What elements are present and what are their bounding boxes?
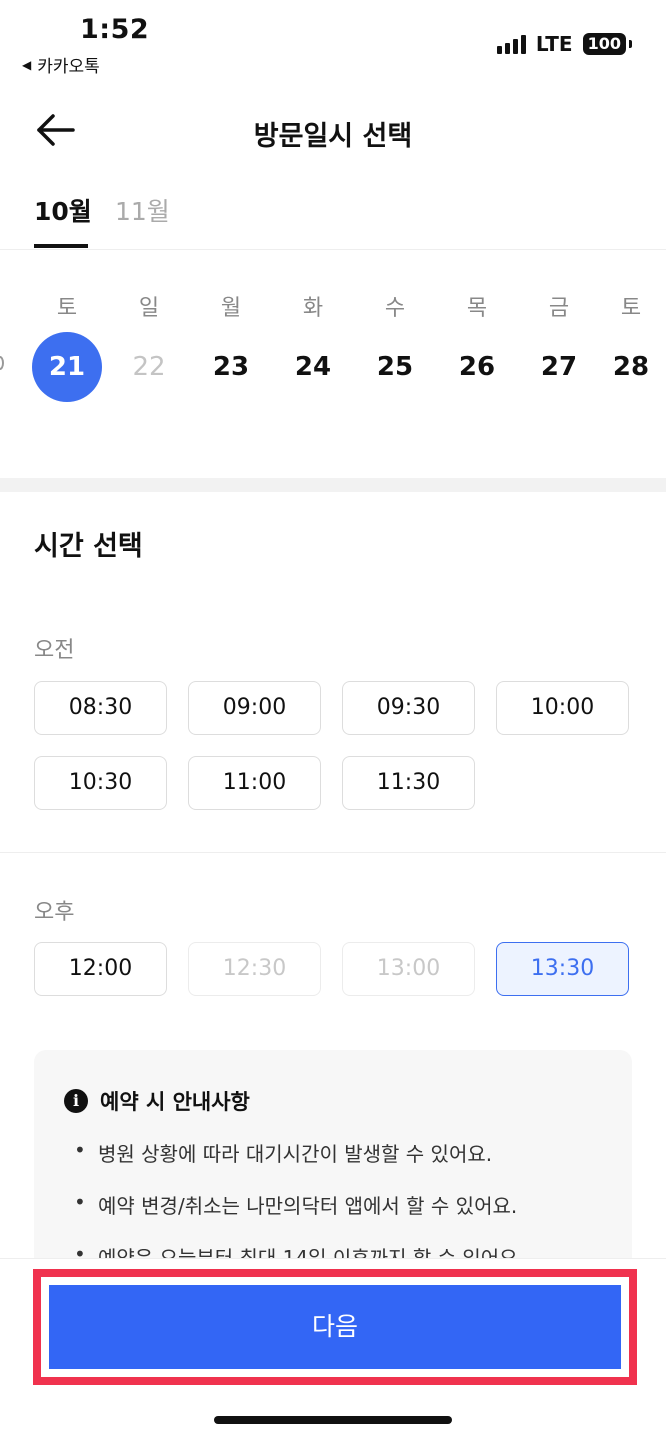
partial-date-edge — [0, 356, 4, 370]
tab-november[interactable]: 11월 — [115, 192, 170, 228]
date-item[interactable]: 25 — [360, 332, 430, 402]
date-strip: 토 21 일 22 월 23 화 24 수 25 목 26 금 27 토 28 — [0, 280, 666, 480]
signal-icon — [496, 34, 526, 54]
weekday-label: 토 — [56, 296, 78, 321]
weekday-label: 금 — [548, 296, 570, 321]
date-item[interactable]: 24 — [278, 332, 348, 402]
time-slot[interactable]: 09:30 — [342, 681, 475, 735]
time-section-title: 시간 선택 — [34, 531, 143, 562]
bottom-action-bar: 다음 — [0, 1258, 666, 1440]
date-item[interactable]: 27 — [524, 332, 594, 402]
pm-label: 오후 — [34, 900, 75, 925]
section-separator — [0, 478, 666, 492]
time-slot[interactable]: 11:30 — [342, 756, 475, 810]
status-time: 1:52 — [80, 14, 150, 45]
date-selected[interactable]: 21 — [32, 332, 102, 402]
time-slot[interactable]: 10:30 — [34, 756, 167, 810]
notice-header: i 예약 시 안내사항 — [64, 1086, 250, 1116]
notice-item: 예약 변경/취소는 나만의닥터 앱에서 할 수 있어요. — [74, 1190, 517, 1219]
page-title: 방문일시 선택 — [253, 121, 413, 152]
notice-item: 병원 상황에 따라 대기시간이 발생할 수 있어요. — [74, 1138, 492, 1167]
time-slot-disabled: 13:00 — [342, 942, 475, 996]
time-slot-selected[interactable]: 13:30 — [496, 942, 629, 996]
date-item[interactable]: 26 — [442, 332, 512, 402]
notice-title: 예약 시 안내사항 — [100, 1090, 250, 1114]
time-slot[interactable]: 08:30 — [34, 681, 167, 735]
notice-box: i 예약 시 안내사항 병원 상황에 따라 대기시간이 발생할 수 있어요. 예… — [34, 1050, 632, 1280]
weekday-label: 목 — [466, 296, 488, 321]
status-bar: 1:52 ◀ 카카오톡 LTE 100 — [0, 0, 666, 80]
date-item[interactable]: 28 — [596, 332, 666, 402]
back-app-label: 카카오톡 — [37, 57, 100, 77]
month-tabs: 10월 11월 — [0, 180, 666, 250]
weekday-label: 일 — [138, 296, 160, 321]
weekday-label: 토 — [620, 296, 642, 321]
next-button[interactable]: 다음 — [49, 1285, 621, 1369]
time-slot[interactable]: 11:00 — [188, 756, 321, 810]
time-slot[interactable]: 10:00 — [496, 681, 629, 735]
weekday-label: 수 — [384, 296, 406, 321]
header: 방문일시 선택 — [0, 92, 666, 168]
tab-underline — [34, 244, 88, 248]
notice-item-text: 예약 변경/취소는 나만의닥터 앱에서 할 수 있어요. — [98, 1194, 518, 1218]
status-indicators: LTE 100 — [496, 32, 633, 56]
highlight-outline: 다음 — [33, 1269, 637, 1385]
weekday-label: 월 — [220, 296, 242, 321]
am-label: 오전 — [34, 638, 75, 663]
weekday-label: 화 — [302, 296, 324, 321]
date-disabled: 22 — [132, 352, 166, 382]
network-label: LTE — [535, 32, 573, 56]
info-icon: i — [64, 1089, 88, 1113]
date-item[interactable]: 23 — [196, 332, 266, 402]
time-slot-disabled: 12:30 — [188, 942, 321, 996]
notice-item-text: 병원 상황에 따라 대기시간이 발생할 수 있어요. — [98, 1142, 493, 1166]
back-to-app-link[interactable]: ◀ 카카오톡 — [22, 52, 100, 77]
tab-october[interactable]: 10월 — [34, 192, 92, 228]
period-divider — [0, 852, 666, 853]
time-slot[interactable]: 12:00 — [34, 942, 167, 996]
back-triangle-icon: ◀ — [22, 57, 32, 72]
battery-icon: 100 — [582, 33, 633, 55]
home-indicator — [214, 1416, 452, 1424]
time-slot[interactable]: 09:00 — [188, 681, 321, 735]
